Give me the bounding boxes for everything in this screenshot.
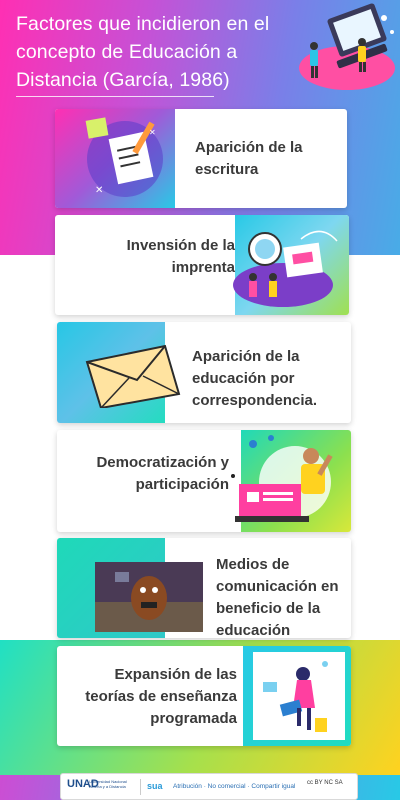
laptop-classroom-illustration <box>299 3 395 90</box>
printing-press-illustration <box>233 230 338 307</box>
factor-card-programmed-teaching: Expansión de las teorías de enseñanza pr… <box>57 646 351 746</box>
footer-separator <box>140 779 141 795</box>
factor-text: Aparición de la escritura <box>195 139 303 178</box>
svg-text:✕: ✕ <box>95 185 103 196</box>
factor-text: Expansión de las teorías de enseñanza pr… <box>85 666 237 727</box>
factor-card-democratization: Democratización y participación <box>57 430 351 532</box>
bullet-dot <box>231 474 235 478</box>
factor-card-printing: Invensión de la imprenta <box>55 215 349 315</box>
factor-text: Medios de comunicación en beneficio de l… <box>216 556 339 638</box>
factor-card-media: Medios de comunicación en beneficio de l… <box>57 538 351 638</box>
factor-card-writing: ✕ ✕ Aparición de la escritura <box>55 109 347 208</box>
sua-logo: sua <box>147 781 163 791</box>
factor-card-correspondence: Aparición de la educación por correspond… <box>57 322 351 423</box>
license-text: Atribución · No comercial · Compartir ig… <box>173 783 296 790</box>
teacher-laptop-illustration <box>235 435 333 522</box>
writing-paper-icon: ✕ ✕ <box>85 117 163 197</box>
cartoon-tv-image <box>95 562 203 632</box>
factor-text: Democratización y participación <box>96 454 229 493</box>
unad-logo-subtitle: Universidad Nacional Abierta y a Distanc… <box>89 779 127 789</box>
factor-text: Aparición de la educación por correspond… <box>192 348 318 409</box>
envelope-icon <box>85 344 181 408</box>
page-title: Factores que incidieron en el concepto d… <box>16 13 270 91</box>
creative-commons-badge: cc BY NC SA <box>307 780 343 786</box>
student-laptop-illustration <box>253 652 345 740</box>
svg-text:✕: ✕ <box>149 128 156 137</box>
title-underline <box>16 96 214 97</box>
factor-text: Invensión de la imprenta <box>126 237 235 276</box>
license-footer: UNAD Universidad Nacional Abierta y a Di… <box>60 773 358 800</box>
